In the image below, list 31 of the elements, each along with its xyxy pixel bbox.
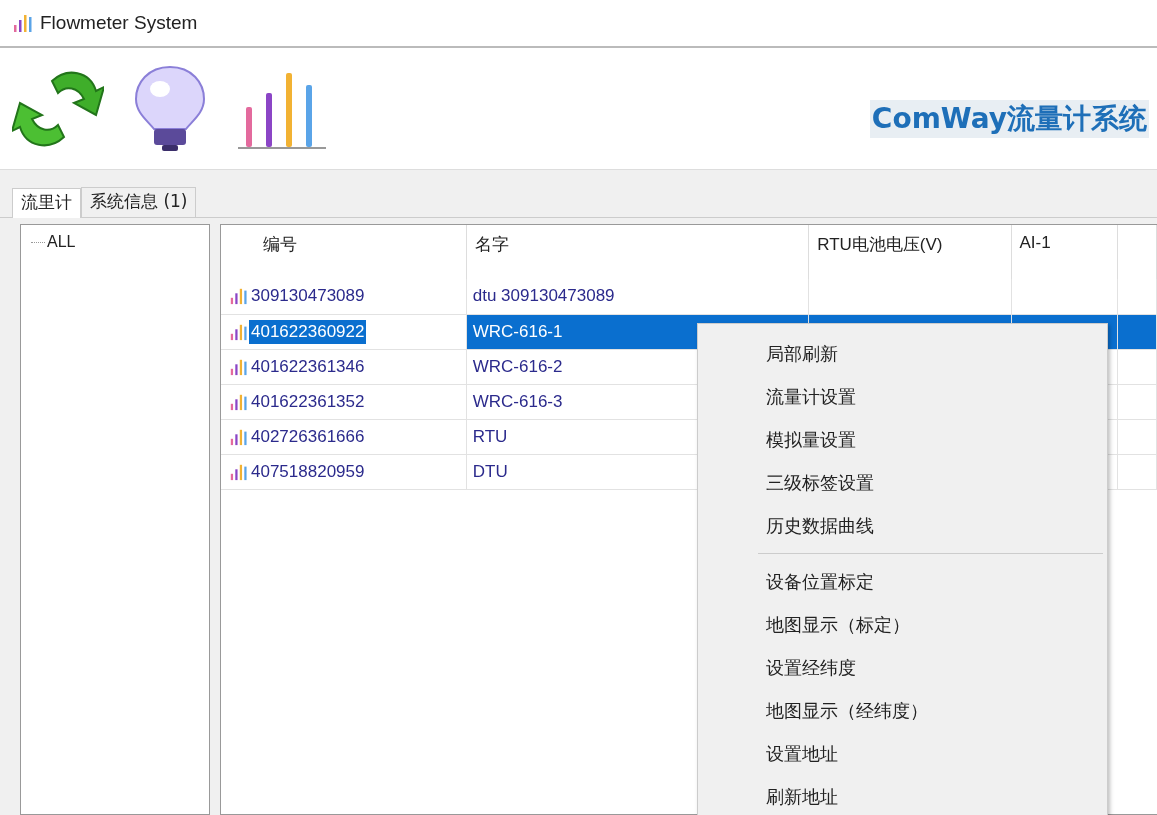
table-cell[interactable]: 309130473089 <box>249 284 367 309</box>
bar-chart-icon <box>229 322 247 341</box>
column-header[interactable]: 编号 <box>221 225 467 279</box>
menu-item[interactable]: 地图显示（标定） <box>698 603 1107 646</box>
app-icon <box>12 13 32 33</box>
menu-item[interactable]: 地图显示（经纬度） <box>698 689 1107 732</box>
window-title: Flowmeter System <box>40 12 198 34</box>
tab[interactable]: 流里计 <box>12 188 81 218</box>
menu-item[interactable]: 历史数据曲线 <box>698 504 1107 547</box>
tree-item[interactable]: ALL <box>47 233 76 251</box>
menu-item[interactable]: 刷新地址 <box>698 775 1107 815</box>
bar-chart-icon <box>229 287 247 306</box>
tab[interactable]: 系统信息 (1) <box>81 187 197 217</box>
bar-chart-icon <box>229 462 247 481</box>
bar-chart-icon <box>229 427 247 446</box>
menu-item[interactable]: 设置地址 <box>698 732 1107 775</box>
app-banner: ComWay流量计系统 <box>869 100 1149 138</box>
bar-chart-icon <box>229 392 247 411</box>
table-cell[interactable]: 401622361352 <box>249 389 367 414</box>
table-cell[interactable]: dtu 309130473089 <box>466 279 809 314</box>
column-header[interactable]: 名字 <box>466 225 809 279</box>
table-cell[interactable]: 402726361666 <box>249 424 367 449</box>
table-cell[interactable]: 401622360922 <box>249 319 367 344</box>
tree-connector <box>31 241 45 243</box>
table-cell[interactable]: 401622361346 <box>249 354 367 379</box>
column-header[interactable]: AI-1 <box>1011 225 1118 279</box>
menu-item[interactable]: 设置经纬度 <box>698 646 1107 689</box>
bar-chart-icon <box>229 357 247 376</box>
menu-item[interactable]: 设备位置标定 <box>698 560 1107 603</box>
table-cell[interactable]: 407518820959 <box>249 459 367 484</box>
column-header[interactable]: RTU电池电压(V) <box>808 225 1012 279</box>
